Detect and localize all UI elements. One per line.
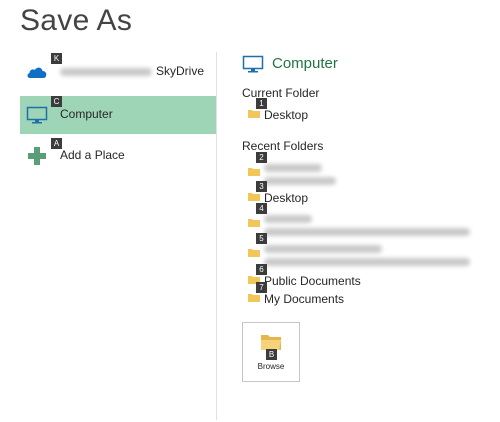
recent-folder-item[interactable]: 4	[248, 203, 488, 240]
folder-label: Desktop	[264, 108, 309, 122]
folder-icon	[248, 249, 260, 257]
place-add-a-place[interactable]: A Add a Place	[20, 137, 216, 175]
folder-icon	[248, 110, 260, 118]
add-plus-icon	[28, 147, 46, 165]
keytip-badge: 1	[256, 98, 267, 109]
keytip-badge: 6	[256, 264, 267, 275]
heading-label: Computer	[272, 55, 338, 72]
place-label: Add a Place	[60, 148, 125, 162]
folder-path-blurred	[264, 228, 470, 236]
recent-folder-item[interactable]: 2	[248, 152, 488, 189]
folder-icon	[248, 168, 260, 176]
folder-path-blurred	[264, 258, 470, 266]
browse-label: Browse	[257, 362, 285, 371]
recent-folder-my-documents[interactable]: 7 My Documents	[248, 282, 488, 308]
place-label: Computer	[60, 107, 113, 121]
keytip-badge: 4	[256, 203, 267, 214]
folder-name-blurred	[264, 215, 312, 223]
skydrive-cloud-icon	[27, 67, 47, 78]
current-folder-heading: Current Folder	[242, 86, 320, 100]
keytip-badge: K	[51, 53, 62, 64]
folder-label: Public Documents	[264, 274, 361, 288]
keytip-badge: 5	[256, 233, 267, 244]
keytip-badge: 2	[256, 152, 267, 163]
folder-label: Desktop	[264, 191, 309, 205]
folder-label: My Documents	[264, 292, 345, 306]
folder-icon	[248, 219, 260, 227]
place-computer[interactable]: C Computer	[20, 96, 216, 134]
recent-folder-desktop[interactable]: 3 Desktop	[248, 181, 488, 207]
browse-button[interactable]: B Browse	[242, 322, 300, 382]
place-label: SkyDrive	[60, 64, 204, 78]
recent-folders-heading: Recent Folders	[242, 139, 324, 153]
keytip-badge: 7	[256, 282, 267, 293]
folder-name-blurred	[264, 245, 382, 253]
keytip-badge: 3	[256, 181, 267, 192]
folder-name-blurred	[264, 164, 322, 172]
account-name-blurred	[60, 67, 152, 76]
folder-icon	[248, 294, 260, 302]
current-folder-desktop[interactable]: 1 Desktop	[248, 98, 488, 124]
keytip-badge: C	[51, 96, 62, 107]
recent-folder-item[interactable]: 5	[248, 233, 488, 270]
page-title: Save As	[20, 4, 133, 37]
keytip-badge: A	[51, 138, 62, 149]
place-skydrive[interactable]: K SkyDrive	[20, 53, 216, 91]
folder-path-blurred	[264, 177, 336, 185]
vertical-divider	[216, 52, 217, 420]
place-label-text: SkyDrive	[156, 64, 205, 78]
folder-icon	[248, 193, 260, 201]
keytip-badge: B	[266, 349, 277, 360]
recent-folder-public-documents[interactable]: 6 Public Documents	[248, 264, 488, 290]
computer-monitor-icon	[26, 106, 48, 124]
computer-monitor-icon	[242, 55, 264, 73]
